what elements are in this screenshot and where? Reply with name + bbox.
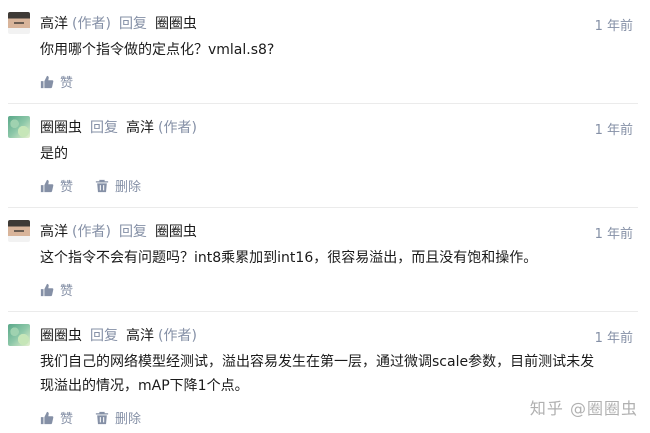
reply-label: 回复 bbox=[118, 224, 147, 240]
reply-label: 回复 bbox=[90, 328, 118, 344]
like-button[interactable]: 赞 bbox=[40, 72, 73, 91]
delete-button[interactable]: 删除 bbox=[95, 408, 141, 427]
author-name[interactable]: 高洋 bbox=[40, 16, 68, 32]
reply-to-name[interactable]: 圈圈虫 bbox=[155, 224, 197, 240]
delete-label: 删除 bbox=[115, 180, 142, 195]
reply-to-name[interactable]: 高洋 bbox=[126, 120, 154, 136]
comment-thread: 高洋 (作者) 回复 圈圈虫 1 年前 你用哪个指令做的定点化？vmlal.s8? 赞… bbox=[0, 0, 650, 433]
author-tag: (作者) bbox=[72, 16, 111, 32]
comment-meta: 圈圈虫 回复 高洋 (作者) bbox=[40, 119, 197, 137]
author-name[interactable]: 圈圈虫 bbox=[40, 328, 82, 344]
avatar[interactable] bbox=[8, 116, 30, 138]
comment-text: 我们自己的网络模型经测试，溢出容易发生在第一层，通过微调scale参数，目前测试… bbox=[40, 350, 630, 398]
comment-text: 这个指令不会有问题吗？int8乘累加到int16，很容易溢出，而且没有饱和操作。 bbox=[40, 250, 538, 266]
comment-time: 1 年前 bbox=[594, 19, 633, 34]
like-label: 赞 bbox=[60, 76, 74, 91]
comment-actions: 赞 删除 bbox=[40, 176, 141, 195]
reply-to-tag: (作者) bbox=[158, 328, 197, 344]
trash-icon bbox=[95, 411, 109, 424]
like-label: 赞 bbox=[60, 412, 74, 427]
comment-meta: 高洋 (作者) 回复 圈圈虫 bbox=[40, 15, 197, 33]
divider bbox=[8, 103, 638, 104]
trash-icon bbox=[95, 179, 109, 192]
avatar[interactable] bbox=[8, 324, 30, 346]
author-name[interactable]: 高洋 bbox=[40, 224, 68, 240]
author-name[interactable]: 圈圈虫 bbox=[40, 120, 82, 136]
thumbs-up-icon bbox=[40, 75, 54, 88]
comment-actions: 赞 bbox=[40, 72, 73, 91]
reply-to-tag: (作者) bbox=[158, 120, 197, 136]
like-button[interactable]: 赞 bbox=[40, 408, 73, 427]
reply-to-name[interactable]: 高洋 bbox=[126, 328, 154, 344]
like-label: 赞 bbox=[60, 284, 74, 299]
divider bbox=[8, 207, 638, 208]
avatar[interactable] bbox=[8, 12, 30, 34]
reply-to-name[interactable]: 圈圈虫 bbox=[155, 16, 197, 32]
divider bbox=[8, 311, 638, 312]
reply-label: 回复 bbox=[90, 120, 118, 136]
reply-label: 回复 bbox=[118, 16, 147, 32]
like-button[interactable]: 赞 bbox=[40, 176, 73, 195]
comment-text-line: 我们自己的网络模型经测试，溢出容易发生在第一层，通过微调scale参数，目前测试… bbox=[40, 354, 595, 370]
comment-time: 1 年前 bbox=[594, 227, 633, 242]
delete-label: 删除 bbox=[115, 412, 142, 427]
avatar[interactable] bbox=[8, 220, 30, 242]
comment-text: 是的 bbox=[40, 146, 68, 162]
comment-actions: 赞 bbox=[40, 280, 73, 299]
watermark: 知乎 @圈圈虫 bbox=[529, 399, 638, 418]
author-tag: (作者) bbox=[72, 224, 111, 240]
comment-actions: 赞 删除 bbox=[40, 408, 141, 427]
like-button[interactable]: 赞 bbox=[40, 280, 73, 299]
comment-meta: 高洋 (作者) 回复 圈圈虫 bbox=[40, 223, 197, 241]
comment-time: 1 年前 bbox=[594, 331, 633, 346]
comment-meta: 圈圈虫 回复 高洋 (作者) bbox=[40, 327, 197, 345]
comment-time: 1 年前 bbox=[594, 123, 633, 138]
comment-text: 你用哪个指令做的定点化？vmlal.s8? bbox=[40, 42, 275, 58]
delete-button[interactable]: 删除 bbox=[95, 176, 141, 195]
thumbs-up-icon bbox=[40, 179, 54, 192]
thumbs-up-icon bbox=[40, 411, 54, 424]
like-label: 赞 bbox=[60, 180, 74, 195]
thumbs-up-icon bbox=[40, 283, 54, 296]
